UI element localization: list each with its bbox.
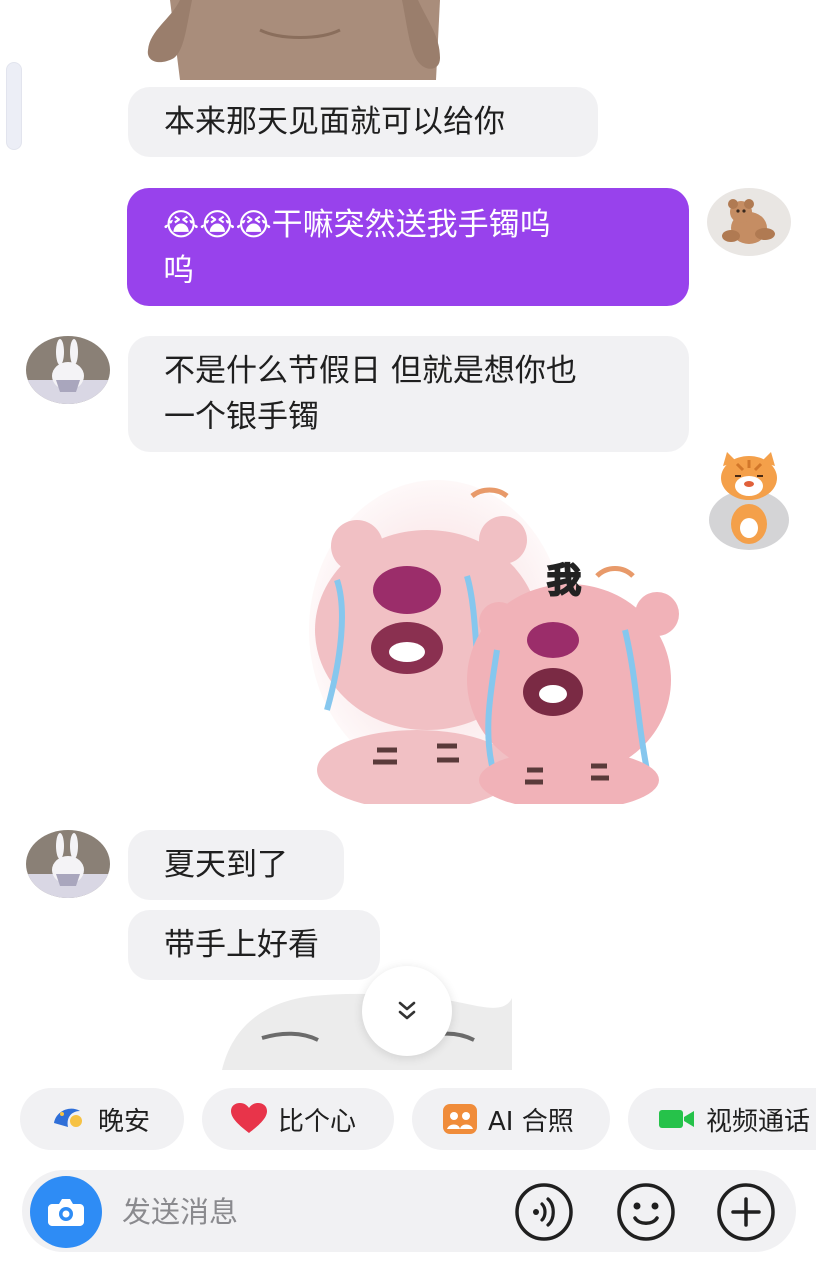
message-composer <box>22 1170 796 1252</box>
heart-icon <box>230 1103 268 1135</box>
cropped-sticker-top[interactable] <box>140 0 458 80</box>
bunny-plush-avatar-icon <box>26 336 110 404</box>
voice-button[interactable] <box>514 1182 574 1242</box>
self-avatar[interactable] <box>707 450 791 550</box>
video-camera-icon <box>658 1107 696 1131</box>
message-text: 一个银手镯 <box>164 399 319 435</box>
message-text: 本来那天见面就可以给你 <box>164 104 505 140</box>
message-bubble-incoming[interactable]: 本来那天见面就可以给你 <box>128 87 598 157</box>
quick-action-ai-photo[interactable]: AI 合照 <box>412 1088 610 1150</box>
bunny-plush-avatar-icon <box>26 830 110 898</box>
crying-emoji-icon: 😭😭😭 <box>163 207 272 243</box>
partner-avatar[interactable] <box>26 830 110 898</box>
crying-pink-bear-sticker[interactable]: 我 <box>307 480 693 804</box>
camera-icon <box>48 1199 84 1226</box>
sticker-caption: 我 <box>547 561 581 601</box>
smiley-icon <box>617 1183 675 1241</box>
emoji-button[interactable] <box>616 1182 676 1242</box>
teddy-bear-avatar-icon <box>707 188 791 256</box>
message-text: 带手上好看 <box>164 927 319 963</box>
message-text: 夏天到了 <box>164 847 288 883</box>
ai-photo-icon <box>442 1103 478 1135</box>
quick-action-video-call[interactable]: 视频通话 <box>628 1088 816 1150</box>
scroll-to-bottom-button[interactable] <box>362 966 452 1056</box>
moon-icon <box>50 1105 88 1133</box>
quick-action-heart[interactable]: 比个心 <box>202 1088 394 1150</box>
message-input[interactable] <box>122 1190 482 1234</box>
plus-icon <box>717 1183 775 1241</box>
orange-cat-avatar-icon <box>709 452 789 550</box>
partner-avatar[interactable] <box>26 336 110 404</box>
message-bubble-outgoing[interactable]: 😭😭😭干嘛突然送我手镯呜 呜 <box>127 188 689 306</box>
message-text-line: 😭😭😭干嘛突然送我手镯呜 <box>163 202 653 248</box>
quick-action-label: 比个心 <box>278 1106 357 1137</box>
quick-action-label: AI 合照 <box>488 1106 574 1137</box>
voice-icon <box>515 1183 573 1241</box>
message-text: 不是什么节假日 但就是想你也 <box>164 353 577 389</box>
chat-screen: 本来那天见面就可以给你 😭😭😭干嘛突然送我手镯呜 呜 不是什么节假日 但就是想你… <box>0 0 816 1283</box>
more-button[interactable] <box>716 1182 776 1242</box>
message-text: 呜 <box>163 253 194 289</box>
chevron-double-down-icon <box>398 1001 416 1020</box>
scroll-indicator[interactable] <box>6 62 22 150</box>
quick-action-bar: 晚安 比个心 AI 合照 视频通话 <box>0 1088 816 1150</box>
message-bubble-incoming[interactable]: 夏天到了 <box>128 830 344 900</box>
message-bubble-incoming[interactable]: 带手上好看 <box>128 910 380 980</box>
quick-action-label: 晚安 <box>98 1106 151 1137</box>
self-avatar[interactable] <box>707 188 791 256</box>
camera-button[interactable] <box>30 1176 102 1248</box>
quick-action-goodnight[interactable]: 晚安 <box>20 1088 184 1150</box>
quick-action-label: 视频通话 <box>706 1106 811 1137</box>
message-text: 干嘛突然送我手镯呜 <box>271 207 551 243</box>
message-bubble-incoming[interactable]: 不是什么节假日 但就是想你也 一个银手镯 <box>128 336 689 452</box>
